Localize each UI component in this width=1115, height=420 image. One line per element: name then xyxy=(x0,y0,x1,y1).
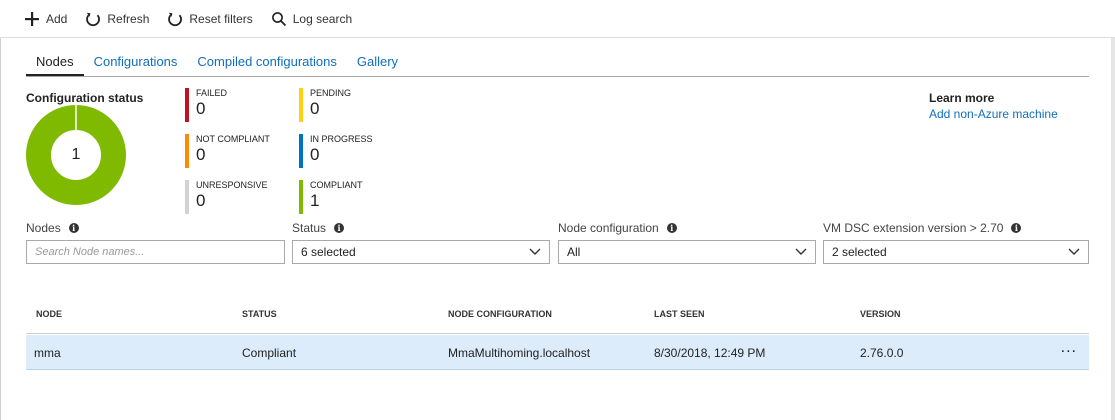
search-node-names-input[interactable]: Search Node names... xyxy=(26,240,285,264)
refresh-label: Refresh xyxy=(107,11,150,26)
chevron-down-icon xyxy=(529,248,541,255)
stat-failed[interactable]: FAILED 0 xyxy=(185,88,227,122)
add-label: Add xyxy=(46,11,68,26)
tab-configurations[interactable]: Configurations xyxy=(84,54,188,76)
tab-gallery[interactable]: Gallery xyxy=(347,54,408,76)
plus-icon xyxy=(25,11,39,26)
command-bar: Add Refresh Reset filters Log search xyxy=(0,0,1115,38)
stat-in-progress-label: IN PROGRESS xyxy=(310,134,373,144)
info-icon[interactable]: i xyxy=(334,223,345,233)
tab-strip: Nodes Configurations Compiled configurat… xyxy=(26,44,1089,77)
stat-failed-value: 0 xyxy=(196,99,206,118)
stat-pending[interactable]: PENDING 0 xyxy=(299,88,351,122)
stat-unresponsive-value: 0 xyxy=(196,191,206,210)
extension-version-dropdown-value: 2 selected xyxy=(832,245,887,259)
donut-total: 1 xyxy=(71,146,81,163)
chevron-down-icon xyxy=(795,248,807,255)
reset-filters-button[interactable]: Reset filters xyxy=(167,0,253,38)
status-filter-label-text: Status xyxy=(292,221,327,235)
tab-nodes[interactable]: Nodes xyxy=(26,54,84,76)
info-icon[interactable]: i xyxy=(1011,223,1022,233)
cell-node: mma xyxy=(34,346,61,360)
learn-more-title: Learn more xyxy=(929,91,995,105)
stat-compliant-value: 1 xyxy=(310,191,320,210)
add-non-azure-machine-link[interactable]: Add non-Azure machine xyxy=(929,107,1058,121)
search-node-names-placeholder: Search Node names... xyxy=(35,246,145,258)
reset-filters-label: Reset filters xyxy=(189,11,253,26)
status-filter-label: Status i xyxy=(292,221,345,235)
stat-in-progress-value: 0 xyxy=(310,145,320,164)
search-icon xyxy=(271,11,286,26)
tab-compiled-configurations[interactable]: Compiled configurations xyxy=(187,54,346,76)
column-header-status[interactable]: STATUS xyxy=(242,309,277,319)
column-header-last-seen[interactable]: LAST SEEN xyxy=(654,309,705,319)
info-icon[interactable]: i xyxy=(68,223,79,233)
stat-pending-label: PENDING xyxy=(310,88,352,98)
node-configuration-filter-label-text: Node configuration xyxy=(558,221,659,235)
extension-version-filter-label-text: VM DSC extension version > 2.70 xyxy=(823,221,1004,235)
column-header-node-configuration[interactable]: NODE CONFIGURATION xyxy=(448,309,552,319)
chevron-down-icon xyxy=(1068,248,1080,255)
stat-pending-value: 0 xyxy=(310,99,320,118)
reset-icon xyxy=(168,12,183,26)
stat-in-progress[interactable]: IN PROGRESS 0 xyxy=(299,134,373,168)
node-configuration-dropdown[interactable]: All xyxy=(558,240,816,264)
node-configuration-filter-label: Node configuration i xyxy=(558,221,677,235)
log-search-button[interactable]: Log search xyxy=(271,0,352,38)
log-search-label: Log search xyxy=(292,11,353,26)
stat-unresponsive-label: UNRESPONSIVE xyxy=(196,180,268,190)
refresh-button[interactable]: Refresh xyxy=(85,0,149,38)
table-row[interactable]: mma Compliant MmaMultihoming.localhost 8… xyxy=(26,335,1089,370)
stat-compliant[interactable]: COMPLIANT 1 xyxy=(299,180,363,214)
status-dropdown-value: 6 selected xyxy=(301,245,356,259)
cell-last-seen: 8/30/2018, 12:49 PM xyxy=(654,346,766,360)
extension-version-dropdown[interactable]: 2 selected xyxy=(823,240,1089,264)
cell-status: Compliant xyxy=(242,346,297,360)
stat-not-compliant[interactable]: NOT COMPLIANT 0 xyxy=(185,134,270,168)
status-dropdown[interactable]: 6 selected xyxy=(292,240,550,264)
stat-compliant-label: COMPLIANT xyxy=(310,180,363,190)
vertical-scrollbar[interactable] xyxy=(1111,38,1115,420)
more-options-icon[interactable]: ... xyxy=(1061,339,1077,357)
stat-not-compliant-value: 0 xyxy=(196,145,206,164)
refresh-icon xyxy=(86,12,101,26)
stat-unresponsive[interactable]: UNRESPONSIVE 0 xyxy=(185,180,268,214)
nodes-grid-header: NODE STATUS NODE CONFIGURATION LAST SEEN… xyxy=(26,298,1089,334)
column-header-version[interactable]: VERSION xyxy=(860,309,901,319)
cell-node-configuration: MmaMultihoming.localhost xyxy=(448,346,591,360)
stat-failed-label: FAILED xyxy=(196,88,228,98)
extension-version-filter-label: VM DSC extension version > 2.70 i xyxy=(823,221,1022,235)
cell-version: 2.76.0.0 xyxy=(860,346,904,360)
add-button[interactable]: Add xyxy=(24,0,67,38)
column-header-node[interactable]: NODE xyxy=(36,309,62,319)
info-icon[interactable]: i xyxy=(666,223,677,233)
nodes-filter-label-text: Nodes xyxy=(26,221,61,235)
node-configuration-dropdown-value: All xyxy=(567,245,581,259)
stat-not-compliant-label: NOT COMPLIANT xyxy=(196,134,270,144)
nodes-filter-label: Nodes i xyxy=(26,221,79,235)
configuration-status-title: Configuration status xyxy=(26,91,144,105)
